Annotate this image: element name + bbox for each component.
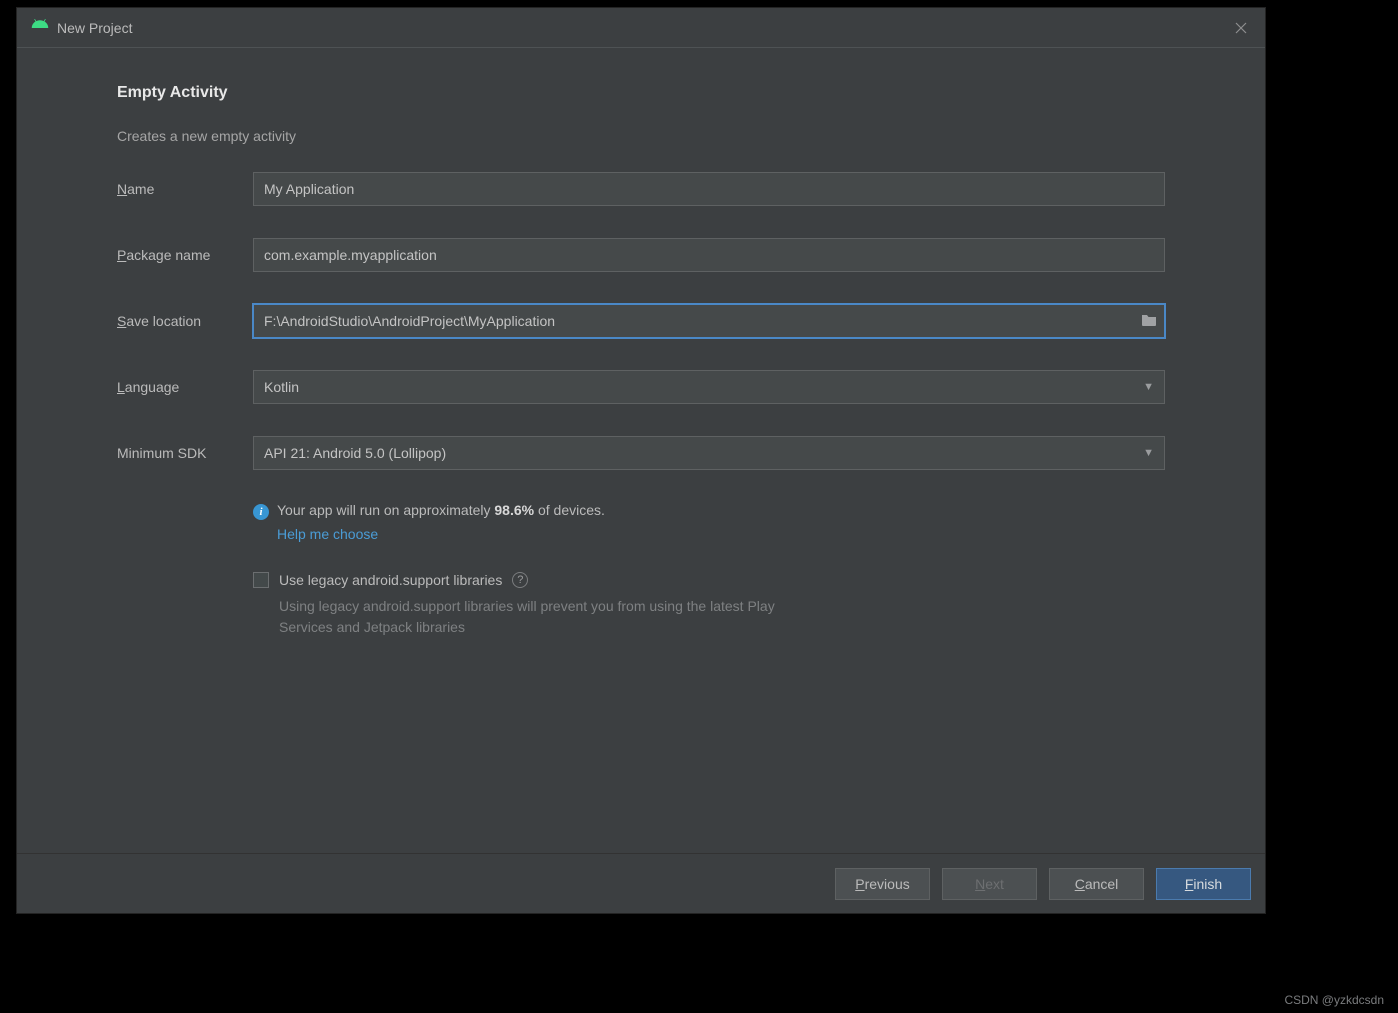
titlebar: New Project xyxy=(17,8,1265,48)
package-input[interactable] xyxy=(253,238,1165,272)
folder-browse-icon[interactable] xyxy=(1141,313,1157,329)
device-coverage-text: Your app will run on approximately 98.6%… xyxy=(277,502,605,518)
package-label: Package name xyxy=(117,247,245,263)
info-row-wrapper: i Your app will run on approximately 98.… xyxy=(117,502,1165,638)
save-location-input[interactable] xyxy=(253,304,1165,338)
new-project-dialog: New Project Empty Activity Creates a new… xyxy=(16,7,1266,914)
content-area: Empty Activity Creates a new empty activ… xyxy=(17,48,1265,853)
dialog-footer: Previous Next Cancel Finish xyxy=(17,853,1265,913)
language-select[interactable]: Kotlin ▼ xyxy=(253,370,1165,404)
legacy-libraries-row: Use legacy android.support libraries ? xyxy=(253,572,1165,588)
min-sdk-value: API 21: Android 5.0 (Lollipop) xyxy=(264,445,446,461)
save-location-label: Save location xyxy=(117,313,245,329)
watermark-text: CSDN @yzkdcsdn xyxy=(1284,993,1384,1007)
legacy-libraries-checkbox[interactable] xyxy=(253,572,269,588)
page-subheading: Creates a new empty activity xyxy=(117,128,1165,144)
save-location-row: Save location xyxy=(117,304,1165,338)
title-text: New Project xyxy=(57,20,132,36)
titlebar-title: New Project xyxy=(31,19,1231,37)
language-value: Kotlin xyxy=(264,379,299,395)
close-button[interactable] xyxy=(1231,18,1251,38)
name-input[interactable] xyxy=(253,172,1165,206)
device-coverage-info: i Your app will run on approximately 98.… xyxy=(253,502,1165,520)
min-sdk-label: Minimum SDK xyxy=(117,445,245,461)
package-row: Package name xyxy=(117,238,1165,272)
close-icon xyxy=(1235,22,1247,34)
language-row: Language Kotlin ▼ xyxy=(117,370,1165,404)
legacy-libraries-hint: Using legacy android.support libraries w… xyxy=(279,596,779,638)
chevron-down-icon: ▼ xyxy=(1143,447,1154,459)
help-icon[interactable]: ? xyxy=(512,572,528,588)
name-row: Name xyxy=(117,172,1165,206)
info-icon: i xyxy=(253,504,269,520)
previous-button[interactable]: Previous xyxy=(835,868,930,900)
min-sdk-select[interactable]: API 21: Android 5.0 (Lollipop) ▼ xyxy=(253,436,1165,470)
cancel-button[interactable]: Cancel xyxy=(1049,868,1144,900)
help-me-choose-link[interactable]: Help me choose xyxy=(277,526,378,542)
next-button: Next xyxy=(942,868,1037,900)
legacy-libraries-label: Use legacy android.support libraries xyxy=(279,572,502,588)
finish-button[interactable]: Finish xyxy=(1156,868,1251,900)
android-icon xyxy=(31,19,49,37)
language-label: Language xyxy=(117,379,245,395)
page-heading: Empty Activity xyxy=(117,84,1165,102)
name-label: Name xyxy=(117,181,245,197)
min-sdk-row: Minimum SDK API 21: Android 5.0 (Lollipo… xyxy=(117,436,1165,470)
chevron-down-icon: ▼ xyxy=(1143,381,1154,393)
